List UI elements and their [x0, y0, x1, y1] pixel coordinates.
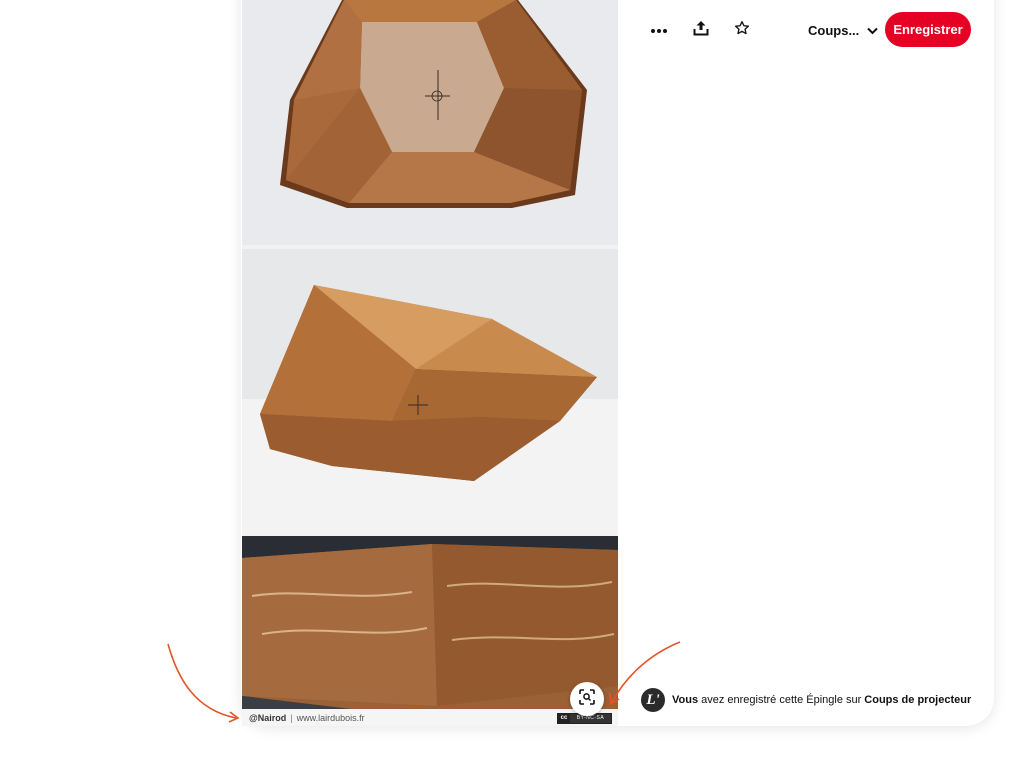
- saved-note-text: avez enregistré cette Épingle sur: [701, 694, 862, 706]
- credit-site: www.lairdubois.fr: [296, 712, 365, 723]
- save-button[interactable]: Enregistrer: [885, 12, 971, 47]
- saved-note-board-link[interactable]: Coups de projecteur: [864, 694, 971, 706]
- lens-search-icon: [579, 688, 595, 710]
- image-credit-strip: @Nairod | www.lairdubois.fr cc BY-NC-SA: [242, 709, 618, 726]
- pin-image-closeup[interactable]: [242, 536, 618, 726]
- saved-confirmation: L' Vous avez enregistré cette Épingle su…: [641, 688, 971, 712]
- board-select-dropdown[interactable]: Coups...: [800, 15, 886, 45]
- license-cc: cc: [558, 714, 570, 723]
- board-select-label: Coups...: [808, 22, 860, 38]
- chevron-down-icon: [867, 23, 878, 38]
- pin-image-top-view[interactable]: [242, 0, 618, 245]
- share-upload-icon: [693, 20, 709, 41]
- annotation-arrow-right: [609, 641, 681, 706]
- annotation-arrow-left: [167, 643, 240, 723]
- credit-separator: |: [290, 712, 293, 723]
- share-button[interactable]: [686, 15, 716, 45]
- credit-handle: @Nairod: [249, 712, 287, 723]
- star-outline-icon: [734, 20, 750, 41]
- pin-image-perspective-view[interactable]: [242, 249, 618, 532]
- favorite-button[interactable]: [727, 15, 757, 45]
- ellipsis-icon: [650, 21, 668, 39]
- visual-search-button[interactable]: [570, 682, 604, 716]
- more-options-button[interactable]: [644, 15, 674, 45]
